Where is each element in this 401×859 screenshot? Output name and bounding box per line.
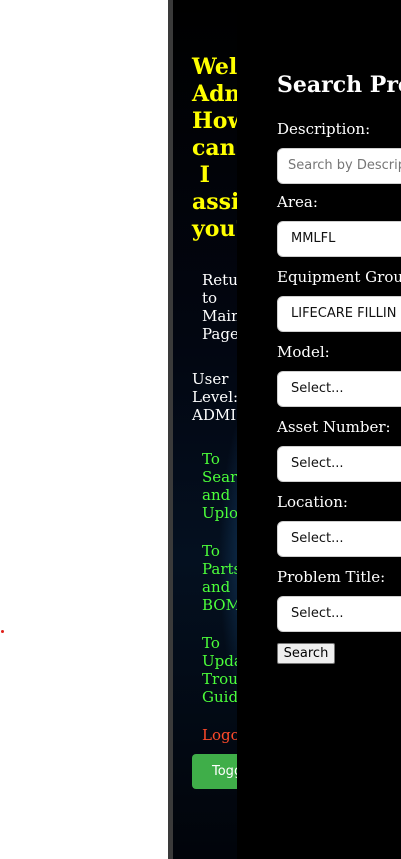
toggle-button[interactable]: Togg [192, 754, 237, 789]
search-upload-link[interactable]: To Searc and Uplo [202, 450, 237, 522]
equipment-group-label: Equipment Group: [277, 268, 401, 286]
logout-link[interactable]: Logo [202, 726, 237, 744]
area-label: Area: [277, 193, 318, 211]
model-label: Model: [277, 343, 330, 361]
red-dot-marker [1, 630, 4, 633]
asset-number-select[interactable]: Select... [277, 446, 401, 482]
model-select[interactable]: Select... [277, 371, 401, 407]
blank-left-area [0, 0, 168, 859]
location-label: Location: [277, 493, 348, 511]
description-input[interactable]: Search by Descripti [277, 148, 401, 184]
location-select[interactable]: Select... [277, 521, 401, 557]
search-panel: Search Prob Description: Search by Descr… [237, 0, 401, 859]
problem-title-label: Problem Title: [277, 568, 386, 586]
sidebar: Welc Adm How can I assis you? Retur to M… [173, 0, 237, 859]
area-select[interactable]: MMLFL [277, 221, 401, 257]
description-label: Description: [277, 120, 371, 138]
parts-bom-link[interactable]: To Parts and BOM [202, 542, 237, 614]
update-troubleshooting-link[interactable]: To Upda Troub Guid [202, 634, 237, 706]
welcome-heading: Welc Adm How can I assis you? [192, 54, 237, 242]
asset-number-label: Asset Number: [277, 418, 391, 436]
user-level-text: User Level: ADMI [192, 370, 237, 424]
problem-title-select[interactable]: Select... [277, 596, 401, 632]
page-title: Search Prob [277, 72, 401, 98]
app-frame: Welc Adm How can I assis you? Retur to M… [168, 0, 401, 859]
return-main-page-link[interactable]: Retur to Main Page [202, 271, 237, 343]
equipment-group-select[interactable]: LIFECARE FILLIN [277, 296, 401, 332]
search-button[interactable]: Search [277, 643, 335, 664]
